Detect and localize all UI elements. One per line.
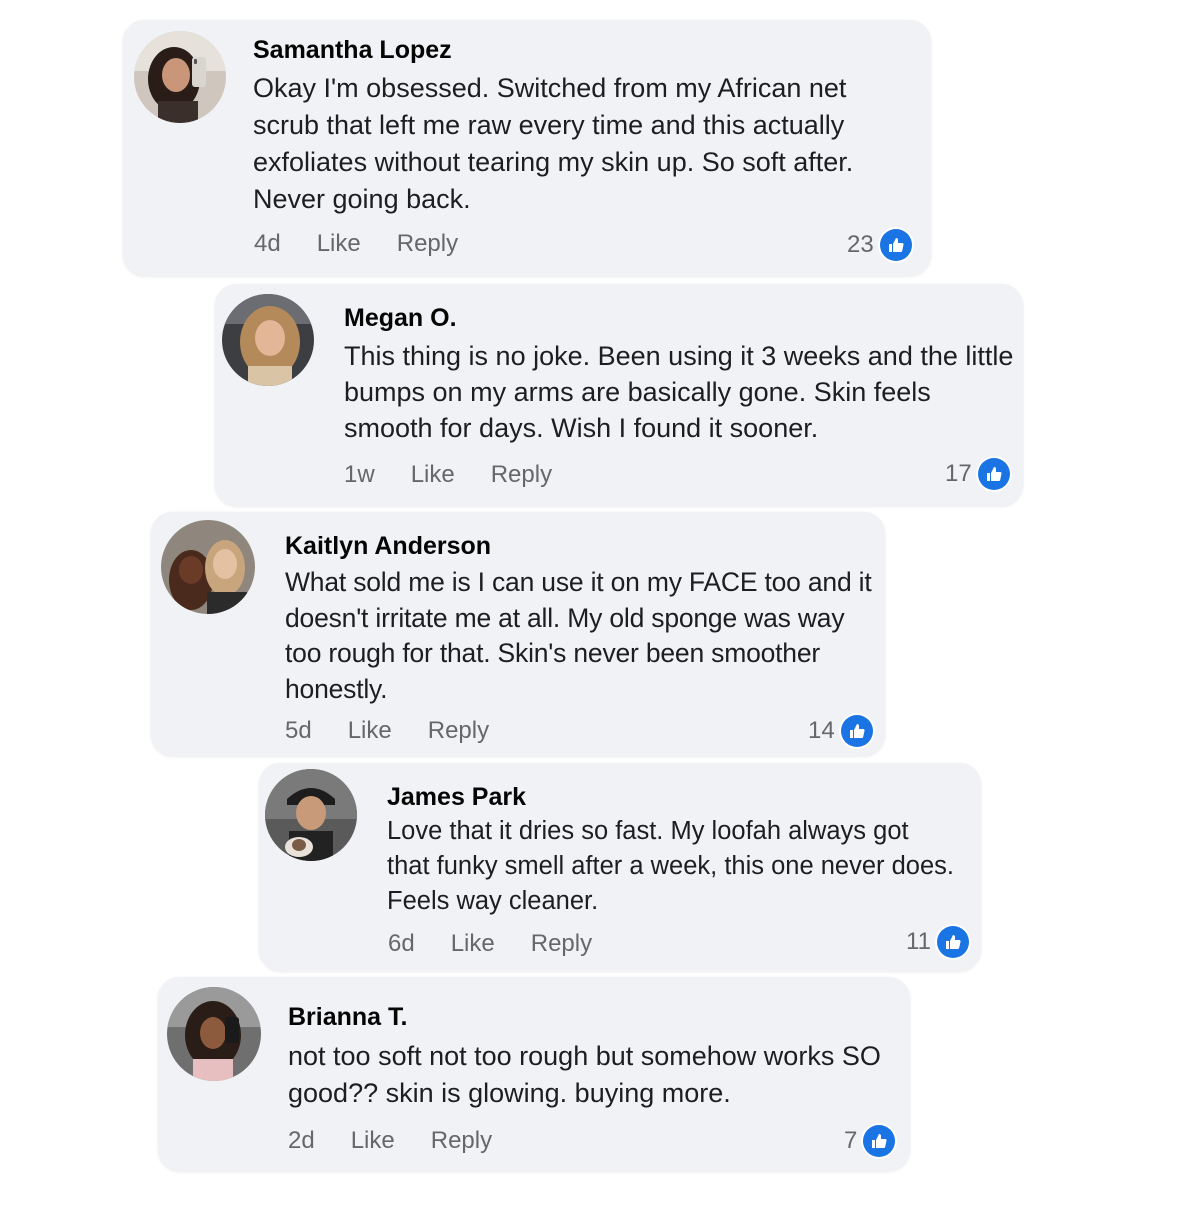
comment-card: Megan O. This thing is no joke. Been usi… [215,284,1023,506]
comment-author[interactable]: James Park [387,783,526,812]
like-button[interactable]: Like [451,930,495,958]
reaction-summary[interactable]: 23 [847,229,912,261]
reaction-count: 17 [945,460,972,487]
comment-actions: 5d Like Reply [285,717,489,745]
comment-card: Kaitlyn Anderson What sold me is I can u… [151,512,885,756]
reaction-summary[interactable]: 14 [808,715,873,747]
thumbs-up-icon [977,458,1010,490]
reply-button[interactable]: Reply [428,717,489,745]
comment-text: What sold me is I can use it on my FACE … [285,567,872,704]
reaction-summary[interactable]: 17 [945,458,1010,490]
reply-button[interactable]: Reply [397,230,458,258]
reaction-summary[interactable]: 7 [844,1125,896,1157]
comment-card: James Park Love that it dries so fast. M… [259,763,981,971]
like-button[interactable]: Like [348,717,392,745]
like-button[interactable]: Like [351,1127,395,1155]
avatar[interactable] [161,520,255,614]
comment-author[interactable]: Brianna T. [288,1003,407,1032]
avatar[interactable] [265,769,357,861]
thumbs-up-icon [840,715,873,747]
comment-author[interactable]: Megan O. [344,304,457,333]
thumbs-up-icon [863,1125,896,1157]
reply-button[interactable]: Reply [491,461,552,489]
comment-actions: 2d Like Reply [288,1127,492,1155]
reaction-summary[interactable]: 11 [906,926,969,958]
reply-button[interactable]: Reply [531,930,592,958]
avatar[interactable] [222,294,314,386]
thumbs-up-icon [936,926,969,958]
comment-timestamp[interactable]: 6d [388,930,415,958]
comment-text: Okay I'm obsessed. Switched from my Afri… [253,73,854,214]
comment-text: This thing is no joke. Been using it 3 w… [344,341,1014,443]
reaction-count: 23 [847,231,874,258]
thumbs-up-icon [879,229,912,261]
comment-actions: 1w Like Reply [344,461,552,489]
comment-timestamp[interactable]: 4d [254,230,281,258]
like-button[interactable]: Like [411,461,455,489]
reaction-count: 14 [808,717,835,744]
reaction-count: 11 [906,928,931,955]
avatar[interactable] [167,987,261,1081]
like-button[interactable]: Like [317,230,361,258]
comment-text: Love that it dries so fast. My loofah al… [387,817,954,915]
comment-author[interactable]: Samantha Lopez [253,36,452,65]
comment-actions: 6d Like Reply [388,930,592,958]
comment-text: not too soft not too rough but somehow w… [288,1041,881,1108]
reply-button[interactable]: Reply [431,1127,492,1155]
comment-card: Brianna T. not too soft not too rough bu… [158,977,910,1171]
avatar[interactable] [134,31,226,123]
comment-author[interactable]: Kaitlyn Anderson [285,532,491,561]
comment-actions: 4d Like Reply [254,230,458,258]
comment-timestamp[interactable]: 5d [285,717,312,745]
comment-card: Samantha Lopez Okay I'm obsessed. Switch… [123,20,931,276]
reaction-count: 7 [844,1127,858,1154]
comment-timestamp[interactable]: 1w [344,461,375,489]
comment-timestamp[interactable]: 2d [288,1127,315,1155]
